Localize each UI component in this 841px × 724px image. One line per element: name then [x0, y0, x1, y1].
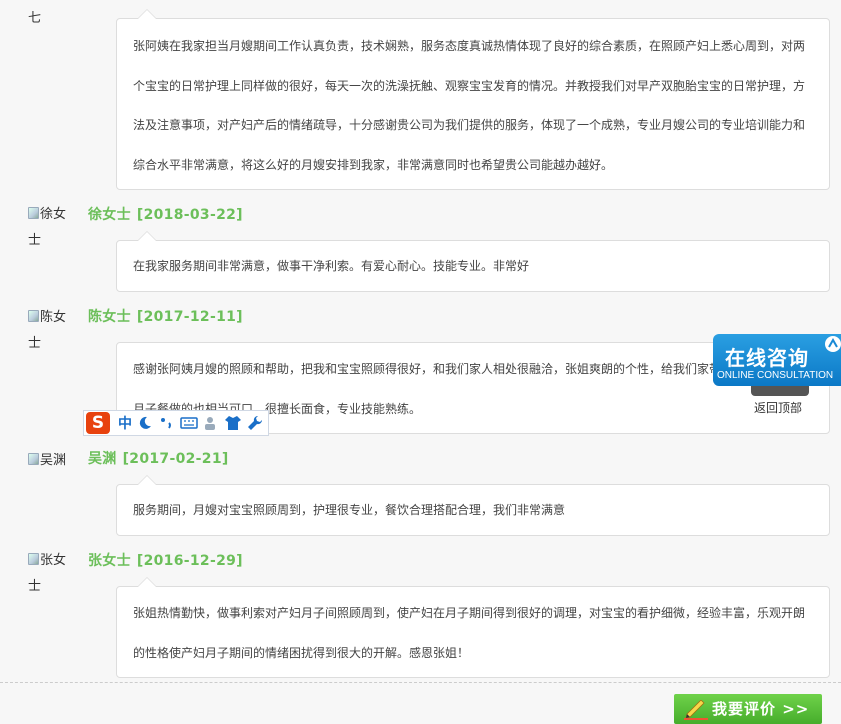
avatar: 张女士: [28, 548, 72, 600]
punctuation-icon[interactable]: [158, 414, 176, 432]
consult-subtitle: ONLINE CONSULTATION: [717, 370, 834, 381]
chat-bubble-icon: [825, 336, 841, 352]
back-to-top-link[interactable]: 返回顶部: [754, 399, 802, 416]
review-bubble: 张姐热情勤快，做事利索对产妇月子间照顾周到，使产妇在月子期间得到很好的调理，对宝…: [116, 577, 830, 678]
review-meta: 张女士 [2016-12-29]: [88, 550, 243, 570]
avatar: 陈女士: [28, 305, 72, 357]
user-icon[interactable]: [202, 414, 220, 432]
ime-mode-toggle[interactable]: 中: [118, 413, 132, 433]
skin-shirt-icon[interactable]: [224, 414, 242, 432]
review-date: [2016-12-29]: [136, 553, 243, 569]
write-review-label: 我要评价 >>: [712, 700, 810, 718]
divider: [0, 682, 841, 683]
broken-image-icon: [28, 207, 39, 219]
pencil-icon: [684, 700, 708, 720]
review-date: [2018-03-22]: [136, 207, 243, 223]
online-consult-button[interactable]: 在线咨询 ONLINE CONSULTATION: [713, 334, 841, 386]
reviewer-name: 陈女士: [88, 309, 131, 325]
review-meta: 吴渊 [2017-02-21]: [88, 448, 229, 468]
consult-shadow: [751, 386, 809, 396]
review-text: 服务期间，月嫂对宝宝照顾周到，护理很专业，餐饮合理搭配合理，我们非常满意: [133, 503, 566, 517]
avatar: 徐女士: [28, 202, 72, 254]
reviewer-name: 徐女士: [88, 207, 131, 223]
write-review-button[interactable]: 我要评价 >>: [674, 694, 822, 724]
broken-image-icon: [28, 310, 39, 322]
avatar: 七: [28, 6, 72, 32]
review-bubble: 张阿姨在我家担当月嫂期间工作认真负责，技术娴熟，服务态度真诚热情体现了良好的综合…: [116, 9, 830, 190]
review-date: [2017-02-21]: [122, 451, 229, 467]
broken-image-icon: [28, 553, 39, 565]
keyboard-icon[interactable]: [180, 414, 198, 432]
review-bubble: 服务期间，月嫂对宝宝照顾周到，护理很专业，餐饮合理搭配合理，我们非常满意: [116, 475, 830, 536]
review-meta: 陈女士 [2017-12-11]: [88, 306, 243, 326]
review-text: 张姐热情勤快，做事利索对产妇月子间照顾周到，使产妇在月子期间得到很好的调理，对宝…: [133, 606, 806, 660]
avatar: 吴渊: [28, 448, 88, 474]
review-text: 张阿姨在我家担当月嫂期间工作认真负责，技术娴熟，服务态度真诚热情体现了良好的综合…: [133, 39, 806, 172]
reviewer-name: 张女士: [88, 553, 131, 569]
review-bubble: 在我家服务期间非常满意，做事干净利索。有爱心耐心。技能专业。非常好: [116, 231, 830, 292]
avatar-alt-text: 七: [28, 11, 42, 26]
review-text: 感谢张阿姨月嫂的照顾和帮助，把我和宝宝照顾得很好，和我们家人相处很融洽，张姐爽朗…: [133, 362, 806, 416]
reviewer-name: 吴渊: [88, 451, 117, 467]
review-text: 在我家服务期间非常满意，做事干净利索。有爱心耐心。技能专业。非常好: [133, 259, 530, 273]
consult-title: 在线咨询: [725, 346, 809, 370]
avatar-alt-text: 吴渊: [40, 453, 67, 468]
review-date: [2017-12-11]: [136, 309, 243, 325]
review-meta: 徐女士 [2018-03-22]: [88, 204, 243, 224]
ime-toolbar[interactable]: S 中: [83, 410, 269, 436]
ime-logo-icon[interactable]: S: [86, 412, 110, 434]
broken-image-icon: [28, 453, 39, 465]
moon-icon[interactable]: [136, 414, 154, 432]
wrench-icon[interactable]: [246, 414, 264, 432]
